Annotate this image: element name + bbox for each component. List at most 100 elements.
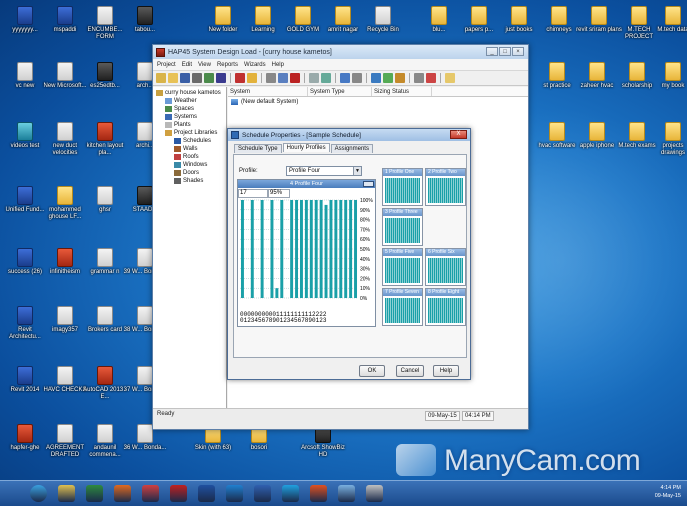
hour-input[interactable]: 17 (238, 189, 268, 198)
tree-node[interactable]: Windows (153, 161, 226, 169)
hour-bar-14[interactable] (309, 200, 313, 298)
list-view-icon[interactable] (340, 73, 350, 83)
hour-bar-19[interactable] (334, 200, 338, 298)
menu-project[interactable]: Project (157, 62, 176, 68)
hour-bar-16[interactable] (319, 200, 323, 298)
dialog-close-button[interactable]: X (450, 130, 467, 139)
menu-edit[interactable]: Edit (182, 62, 192, 68)
tree-node[interactable]: Doors (153, 169, 226, 177)
menu-wizards[interactable]: Wizards (244, 62, 266, 68)
column-sizing-status[interactable]: Sizing Status (372, 87, 432, 96)
menu-view[interactable]: View (198, 62, 211, 68)
start-icon[interactable] (30, 485, 47, 502)
skype-icon[interactable] (282, 485, 299, 502)
wizard-icon[interactable] (235, 73, 245, 83)
filter-icon[interactable] (309, 73, 319, 83)
tree-node[interactable]: Walls (153, 145, 226, 153)
desktop-icon-8[interactable]: Recycle Bin (360, 6, 406, 34)
tree-node[interactable]: Roofs (153, 153, 226, 161)
hour-bar-18[interactable] (329, 200, 333, 298)
tree-node[interactable]: Spaces (153, 105, 226, 113)
explorer-icon[interactable] (58, 485, 75, 502)
tree-node[interactable]: Plants (153, 121, 226, 129)
menu-reports[interactable]: Reports (217, 62, 238, 68)
hour-bar-12[interactable] (299, 200, 303, 298)
hour-bar-23[interactable] (354, 200, 358, 298)
profile-thumbnail-6[interactable]: 6 Profile Six (425, 248, 466, 286)
help-icon[interactable] (445, 73, 455, 83)
window-titlebar[interactable]: HAP45 System Design Load - [curry house … (153, 45, 528, 59)
tree-node[interactable]: Weather (153, 97, 226, 105)
chevron-down-icon[interactable]: ▼ (353, 167, 361, 175)
find-icon[interactable] (321, 73, 331, 83)
tree-node[interactable]: curry house kametos (153, 89, 226, 97)
system-tray[interactable]: 4:14 PM 09-May-15 (655, 484, 681, 500)
hour-bar-2[interactable] (250, 200, 254, 298)
acrobat-icon[interactable] (170, 485, 187, 502)
hour-bar-8[interactable] (280, 200, 284, 298)
chrome2-icon[interactable] (310, 485, 327, 502)
desktop-icon-3[interactable]: tabou... (122, 6, 168, 34)
hour-bar-20[interactable] (339, 200, 343, 298)
calc-icon[interactable] (247, 73, 257, 83)
tree-node[interactable]: Schedules (153, 137, 226, 145)
hour-bar-15[interactable] (314, 200, 318, 298)
hourly-profile-chart[interactable]: 0% 10% 20% 30% 40% 50% 60% 70% 80% 90% 100% (238, 198, 377, 316)
tree-node[interactable]: Systems (153, 113, 226, 121)
hour-bar-10[interactable] (290, 200, 294, 298)
tab-schedule-type[interactable]: Schedule Type (234, 144, 282, 153)
copy-icon[interactable] (278, 73, 288, 83)
hour-bar-17[interactable] (324, 204, 328, 298)
profile-thumbnail-8[interactable]: 8 Profile Eight (425, 288, 466, 326)
excel-icon[interactable] (86, 485, 103, 502)
help-button[interactable]: Help (433, 365, 459, 377)
profile-thumbnail-1[interactable]: 1 Profile One (382, 168, 423, 206)
chart-icon[interactable] (426, 73, 436, 83)
desktop-icon-15[interactable]: M.tech data (650, 6, 687, 34)
cancel-button[interactable]: Cancel (396, 365, 424, 377)
tab-assignments[interactable]: Assignments (330, 144, 373, 153)
column-system-type[interactable]: System Type (308, 87, 372, 96)
hour-bar-6[interactable] (270, 200, 274, 298)
hour-bar-7[interactable] (275, 288, 279, 298)
hour-bar-0[interactable] (240, 200, 244, 298)
open-icon[interactable] (168, 73, 178, 83)
column-system[interactable]: System (228, 87, 308, 96)
hour-bar-13[interactable] (304, 200, 308, 298)
hour-bar-11[interactable] (295, 200, 299, 298)
profile-thumbnail-3[interactable]: 3 Profile Three (382, 208, 423, 246)
properties-icon[interactable] (266, 73, 276, 83)
archive-icon[interactable] (204, 73, 214, 83)
profile-select[interactable]: Profile Four ▼ (286, 166, 362, 176)
word-icon[interactable] (254, 485, 271, 502)
list-item[interactable]: (New default System) (228, 97, 528, 106)
paint-icon[interactable] (338, 485, 355, 502)
desktop-icon-23[interactable]: my book (650, 62, 687, 90)
reports-icon[interactable] (414, 73, 424, 83)
firefox-icon[interactable] (114, 485, 131, 502)
percent-input[interactable]: 95% (268, 189, 290, 198)
chart-minimize-icon[interactable] (363, 181, 374, 187)
print-icon[interactable] (192, 73, 202, 83)
ok-button[interactable]: OK (359, 365, 385, 377)
menu-help[interactable]: Help (272, 62, 284, 68)
minimize-button[interactable]: _ (486, 47, 498, 56)
tree-node[interactable]: Project Libraries (153, 129, 226, 137)
hap-icon[interactable] (366, 485, 383, 502)
ie-icon[interactable] (226, 485, 243, 502)
hour-bar-21[interactable] (344, 200, 348, 298)
output-icon[interactable] (383, 73, 393, 83)
profile-thumbnail-2[interactable]: 2 Profile Two (425, 168, 466, 206)
hour-bar-22[interactable] (349, 200, 353, 298)
desktop-icon-31[interactable]: projects drawings (650, 122, 687, 157)
profile-thumbnail-5[interactable]: 5 Profile Five (382, 248, 423, 286)
save-icon[interactable] (180, 73, 190, 83)
report-icon[interactable] (216, 73, 226, 83)
details-view-icon[interactable] (352, 73, 362, 83)
tab-hourly-profiles[interactable]: Hourly Profiles (282, 143, 330, 152)
chrome-icon[interactable] (142, 485, 159, 502)
dialog-titlebar[interactable]: Schedule Properties - [Sample Schedule] … (228, 129, 470, 141)
hour-bar-4[interactable] (260, 200, 264, 298)
revit-icon[interactable] (198, 485, 215, 502)
delete-icon[interactable] (290, 73, 300, 83)
